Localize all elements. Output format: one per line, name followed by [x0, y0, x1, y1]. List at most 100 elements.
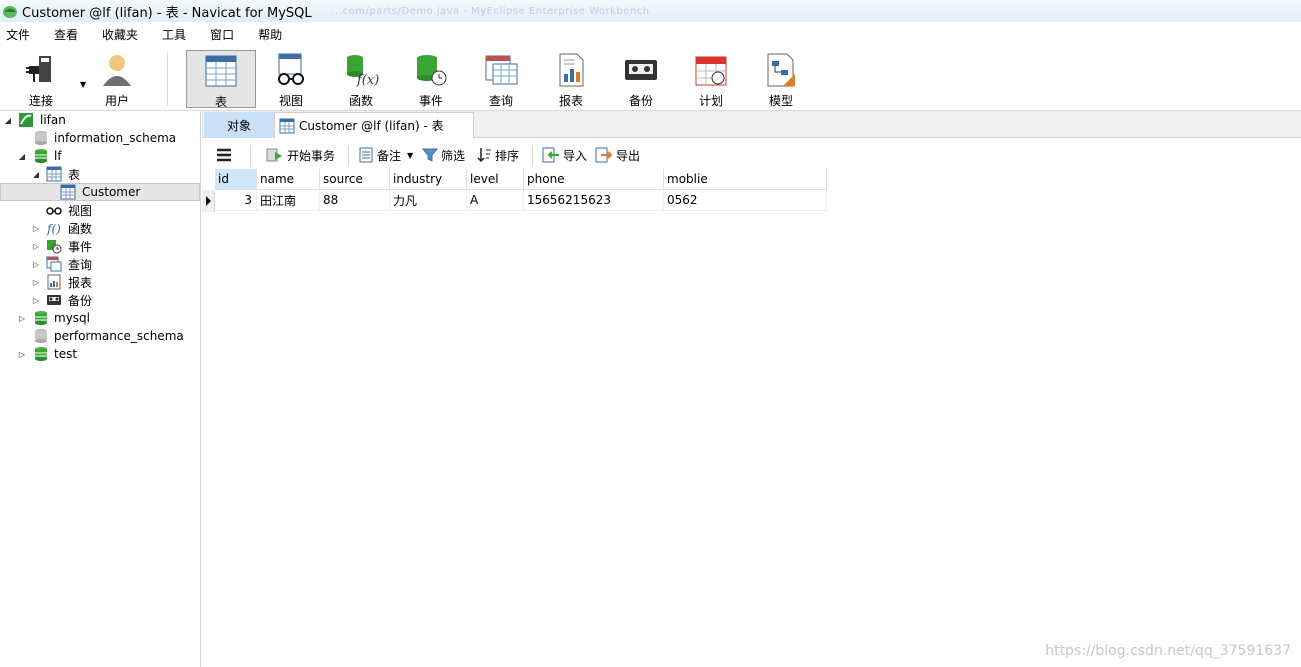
tree-folder-tables[interactable]: ◢ 表 — [0, 165, 200, 183]
menu-favorites[interactable]: 收藏夹 — [96, 26, 144, 43]
event-button[interactable]: 事件 — [396, 50, 466, 108]
model-label: 模型 — [768, 94, 793, 108]
begin-transaction-label: 开始事务 — [287, 148, 336, 163]
tree-db-lf[interactable]: ◢ lf — [0, 147, 200, 165]
import-button[interactable]: 导入 — [542, 146, 587, 164]
tree-folder-queries[interactable]: ▷ 查询 — [0, 255, 200, 273]
schedule-button[interactable]: 计划 — [676, 50, 746, 108]
tree-label: 表 — [68, 167, 81, 182]
backup-button[interactable]: 备份 — [606, 50, 676, 108]
view-label: 视图 — [278, 94, 303, 108]
tree-db-test[interactable]: ▷ test — [0, 345, 200, 363]
column-header-phone[interactable]: phone — [524, 169, 664, 190]
tree-label: 事件 — [68, 239, 93, 254]
menu-help[interactable]: 帮助 — [252, 26, 288, 43]
collapse-arrow-icon[interactable]: ◢ — [17, 152, 27, 161]
table-cell[interactable]: A — [467, 190, 524, 211]
tree-db-information-schema[interactable]: information_schema — [0, 129, 200, 147]
database-gray-icon — [35, 329, 47, 343]
column-header-name[interactable]: name — [257, 169, 320, 190]
function-icon: f(x) — [347, 55, 379, 88]
table-cell[interactable]: 0562 — [664, 190, 827, 211]
connect-label: 连接 — [28, 94, 53, 108]
expand-arrow-icon[interactable]: ▷ — [31, 224, 41, 233]
tree-folder-reports[interactable]: ▷ 报表 — [0, 273, 200, 291]
tree-label: 报表 — [68, 275, 93, 290]
tab-objects[interactable]: 对象 — [204, 112, 274, 138]
schedule-calendar-icon — [695, 56, 727, 86]
column-header-level[interactable]: level — [467, 169, 524, 190]
collapse-arrow-icon[interactable]: ◢ — [3, 116, 13, 125]
expand-arrow-icon[interactable]: ▷ — [31, 242, 41, 251]
backup-label: 备份 — [628, 94, 653, 108]
tree-label: 视图 — [68, 203, 93, 218]
column-header-moblie[interactable]: moblie — [664, 169, 827, 190]
sort-button[interactable]: 排序 — [476, 146, 519, 164]
memo-icon — [359, 147, 373, 163]
expand-arrow-icon[interactable]: ▷ — [31, 278, 41, 287]
table-button[interactable]: 表 — [186, 50, 256, 109]
expand-arrow-icon[interactable]: ▷ — [31, 296, 41, 305]
row-selector[interactable] — [202, 190, 215, 212]
tree-folder-events[interactable]: ▷ 事件 — [0, 237, 200, 255]
tree-label: mysql — [54, 311, 90, 325]
function-label: 函数 — [348, 94, 373, 108]
tree-db-performance-schema[interactable]: performance_schema — [0, 327, 200, 345]
table-cell[interactable]: 田江南 — [257, 190, 320, 211]
tree-label: Customer — [82, 185, 141, 199]
database-green-icon — [35, 311, 47, 325]
export-button[interactable]: 导出 — [595, 146, 640, 164]
menu-view[interactable]: 查看 — [48, 26, 84, 43]
tree-label: lf — [54, 149, 62, 163]
expand-arrow-icon[interactable]: ▷ — [17, 314, 27, 323]
begin-transaction-button[interactable]: 开始事务 — [266, 146, 335, 164]
report-label: 报表 — [558, 94, 583, 108]
connect-button[interactable]: 连接 ▼ — [6, 50, 86, 108]
tree-db-mysql[interactable]: ▷ mysql — [0, 309, 200, 327]
report-icon — [559, 53, 584, 87]
table-cell[interactable]: 88 — [320, 190, 390, 211]
tab-customer-table[interactable]: Customer @lf (lifan) - 表 — [274, 112, 474, 138]
column-header-id[interactable]: id — [215, 169, 257, 190]
mysql-connection-icon — [19, 113, 33, 127]
table-cell[interactable]: 力凡 — [390, 190, 467, 211]
tree-folder-views[interactable]: 视图 — [0, 201, 200, 219]
tab-label: Customer @lf (lifan) - 表 — [299, 119, 444, 133]
view-button[interactable]: 视图 — [256, 50, 326, 108]
table-folder-icon — [46, 166, 62, 182]
memo-dropdown-caret-icon[interactable]: ▼ — [407, 151, 413, 160]
tree-table-customer[interactable]: Customer — [0, 183, 200, 201]
memo-button[interactable]: 备注 ▼ — [358, 146, 413, 164]
query-icon — [46, 256, 62, 272]
expand-arrow-icon[interactable]: ▷ — [17, 350, 27, 359]
report-button[interactable]: 报表 — [536, 50, 606, 108]
view-glasses-icon — [278, 53, 304, 85]
database-green-icon — [35, 347, 47, 361]
collapse-arrow-icon[interactable]: ◢ — [31, 170, 41, 179]
tree-connection-lifan[interactable]: ◢ lifan — [0, 111, 200, 129]
toolbar-separator — [532, 145, 533, 165]
export-label: 导出 — [616, 148, 641, 163]
column-header-source[interactable]: source — [320, 169, 390, 190]
report-icon — [47, 274, 61, 290]
expand-arrow-icon[interactable]: ▷ — [31, 260, 41, 269]
menu-hamburger-button[interactable] — [216, 146, 235, 164]
tree-label: 函数 — [68, 221, 93, 236]
tree-label: information_schema — [54, 131, 177, 145]
table-cell[interactable]: 3 — [215, 190, 257, 211]
menu-tools[interactable]: 工具 — [156, 26, 192, 43]
function-button[interactable]: f(x) 函数 — [326, 50, 396, 108]
filter-button[interactable]: 筛选 — [422, 146, 465, 164]
hamburger-icon — [217, 148, 231, 162]
database-green-icon — [35, 149, 47, 163]
svg-text:f(x): f(x) — [356, 73, 379, 88]
tree-folder-backups[interactable]: ▷ 备份 — [0, 291, 200, 309]
tree-folder-functions[interactable]: ▷ f() 函数 — [0, 219, 200, 237]
model-button[interactable]: 模型 — [746, 50, 816, 108]
table-cell[interactable]: 15656215623 — [524, 190, 664, 211]
query-button[interactable]: 查询 — [466, 50, 536, 108]
menu-file[interactable]: 文件 — [0, 26, 36, 43]
column-header-industry[interactable]: industry — [390, 169, 467, 190]
menu-window[interactable]: 窗口 — [204, 26, 240, 43]
user-button[interactable]: 用户 — [82, 50, 152, 108]
